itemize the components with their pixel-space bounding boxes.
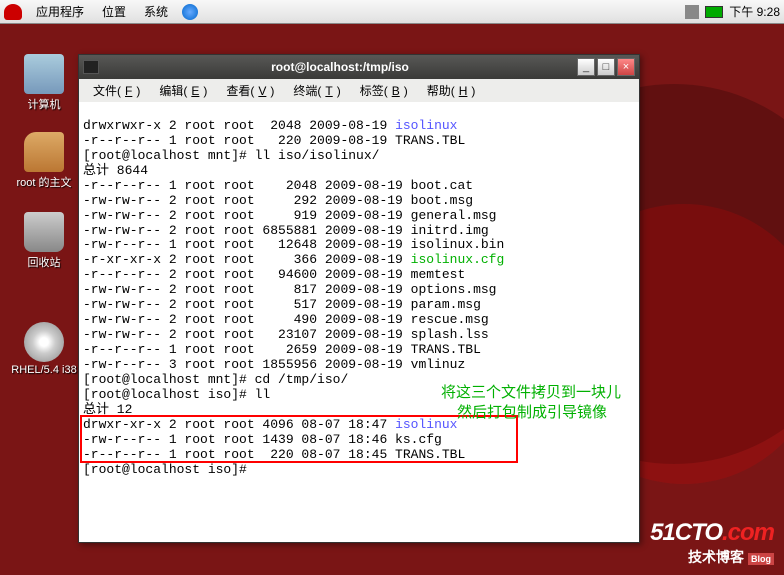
top-panel: 应用程序 位置 系统 下午 9:28 <box>0 0 784 24</box>
minimize-button[interactable]: _ <box>577 58 595 76</box>
browser-icon[interactable] <box>182 4 198 20</box>
highlight-box <box>80 415 518 463</box>
output-line: -rw-r--r-- 1 root root 12648 2009-08-19 … <box>83 237 504 252</box>
output-line: -r--r--r-- 1 root root 220 2009-08-19 TR… <box>83 133 465 148</box>
menu-applications[interactable]: 应用程序 <box>28 1 92 22</box>
dir-isolinux: isolinux <box>395 118 457 133</box>
exe-isolinux-cfg: isolinux.cfg <box>411 252 505 267</box>
output-line: 总计 8644 <box>83 163 148 178</box>
annotation-1: 将这三个文件拷贝到一块儿 <box>441 385 621 402</box>
close-button[interactable]: × <box>617 58 635 76</box>
prompt-line: [root@localhost iso]# <box>83 462 255 477</box>
maximize-button[interactable]: □ <box>597 58 615 76</box>
battery-icon[interactable] <box>705 6 723 18</box>
menu-tabs[interactable]: 标签(B) <box>352 81 416 100</box>
book-icon[interactable] <box>685 5 699 19</box>
prompt-line: [root@localhost mnt]# cd /tmp/iso/ <box>83 372 348 387</box>
desktop-drive-icon[interactable]: RHEL/5.4 i38 <box>8 322 80 376</box>
output-line: -r--r--r-- 1 root root 2659 2009-08-19 T… <box>83 342 481 357</box>
terminal-icon <box>83 60 99 74</box>
menu-file[interactable]: 文件(F) <box>85 81 148 100</box>
menu-help[interactable]: 帮助(H) <box>419 81 484 100</box>
output-line: -rw-rw-r-- 2 root root 490 2009-08-19 re… <box>83 312 489 327</box>
window-title: root@localhost:/tmp/iso <box>105 60 575 74</box>
menu-places[interactable]: 位置 <box>94 1 134 22</box>
output-line: -rw-rw-r-- 2 root root 919 2009-08-19 ge… <box>83 208 496 223</box>
clock[interactable]: 下午 9:28 <box>729 3 780 20</box>
prompt-line: [root@localhost mnt]# ll iso/isolinux/ <box>83 148 379 163</box>
output-line: -r--r--r-- 2 root root 94600 2009-08-19 … <box>83 267 465 282</box>
annotation-2: 然后打包制成引导镜像 <box>457 405 607 422</box>
terminal-window: root@localhost:/tmp/iso _ □ × 文件(F) 编辑(E… <box>78 54 640 543</box>
output-line: -rw-rw-r-- 2 root root 23107 2009-08-19 … <box>83 327 489 342</box>
menu-system[interactable]: 系统 <box>136 1 176 22</box>
prompt-line: [root@localhost iso]# ll <box>83 387 270 402</box>
menu-terminal[interactable]: 终端(T) <box>285 81 348 100</box>
menu-view[interactable]: 查看(V) <box>218 81 282 100</box>
output-line: -rw-rw-r-- 2 root root 517 2009-08-19 pa… <box>83 297 481 312</box>
output-line: -rw-rw-r-- 2 root root 292 2009-08-19 bo… <box>83 193 473 208</box>
title-bar[interactable]: root@localhost:/tmp/iso _ □ × <box>79 55 639 79</box>
output-line: -rw-r--r-- 3 root root 1855956 2009-08-1… <box>83 357 465 372</box>
output-line: -r--r--r-- 1 root root 2048 2009-08-19 b… <box>83 178 473 193</box>
output-line: drwxrwxr-x 2 root root 2048 2009-08-19 i… <box>83 118 457 133</box>
desktop-computer-icon[interactable]: 计算机 <box>8 54 80 112</box>
terminal-content[interactable]: drwxrwxr-x 2 root root 2048 2009-08-19 i… <box>79 102 639 542</box>
menu-bar: 文件(F) 编辑(E) 查看(V) 终端(T) 标签(B) 帮助(H) <box>79 79 639 102</box>
output-line: -rw-rw-r-- 2 root root 6855881 2009-08-1… <box>83 223 489 238</box>
output-line: -r-xr-xr-x 2 root root 366 2009-08-19 is… <box>83 252 504 267</box>
menu-edit[interactable]: 编辑(E) <box>151 81 215 100</box>
watermark: 51CTO.com 技术博客Blog <box>650 519 774 567</box>
output-line: -rw-rw-r-- 2 root root 817 2009-08-19 op… <box>83 282 496 297</box>
desktop-trash-icon[interactable]: 回收站 <box>8 212 80 270</box>
redhat-icon[interactable] <box>4 4 22 20</box>
desktop-home-icon[interactable]: root 的主文 <box>8 132 80 190</box>
